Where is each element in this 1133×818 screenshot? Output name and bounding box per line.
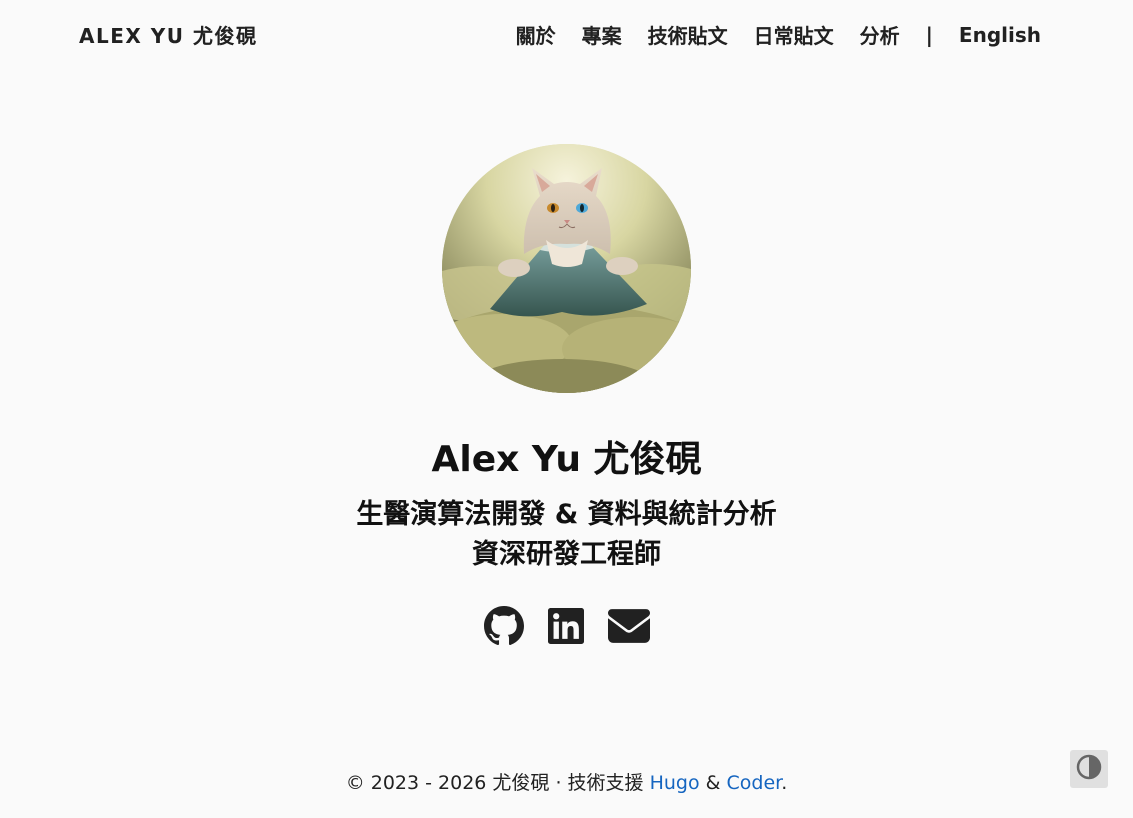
page: ALEX YU 尤俊硯 關於 專案 技術貼文 日常貼文 分析 | English <box>0 0 1133 818</box>
site-footer: © 2023 - 2026 尤俊硯 · 技術支援 Hugo & Coder. <box>0 768 1133 795</box>
theme-toggle-button[interactable] <box>1070 750 1108 788</box>
footer-period: . <box>781 772 788 794</box>
coder-link[interactable]: Coder <box>727 772 782 794</box>
top-navigation: ALEX YU 尤俊硯 關於 專案 技術貼文 日常貼文 分析 | English <box>0 0 1133 68</box>
github-icon <box>483 606 524 646</box>
nav-item-tech-posts[interactable]: 技術貼文 <box>648 20 728 49</box>
nav-separator: | <box>925 22 933 47</box>
social-links <box>0 606 1133 646</box>
hugo-link[interactable]: Hugo <box>650 772 700 794</box>
profile-name: Alex Yu 尤俊硯 <box>431 439 702 480</box>
profile-tagline-line2: 資深研發工程師 <box>472 539 661 570</box>
profile-tagline-line1: 生醫演算法開發 & 資料與統計分析 <box>356 499 777 530</box>
email-icon <box>607 609 650 643</box>
nav-menu: 關於 專案 技術貼文 日常貼文 分析 | English <box>516 20 1041 49</box>
nav-item-analytics[interactable]: 分析 <box>860 20 900 49</box>
footer-copyright: © 2023 - 2026 尤俊硯 · 技術支援 <box>345 772 650 794</box>
contrast-icon <box>1076 754 1102 784</box>
nav-item-projects[interactable]: 專案 <box>582 20 622 49</box>
profile-avatar <box>442 144 691 393</box>
site-brand-link[interactable]: ALEX YU 尤俊硯 <box>79 20 257 49</box>
email-link[interactable] <box>607 609 650 643</box>
nav-item-about[interactable]: 關於 <box>516 20 556 49</box>
footer-ampersand: & <box>699 772 727 794</box>
nav-item-daily-posts[interactable]: 日常貼文 <box>754 20 834 49</box>
linkedin-icon <box>547 608 584 644</box>
linkedin-link[interactable] <box>547 608 584 644</box>
language-switch-link[interactable]: English <box>959 23 1041 47</box>
github-link[interactable] <box>483 606 524 646</box>
